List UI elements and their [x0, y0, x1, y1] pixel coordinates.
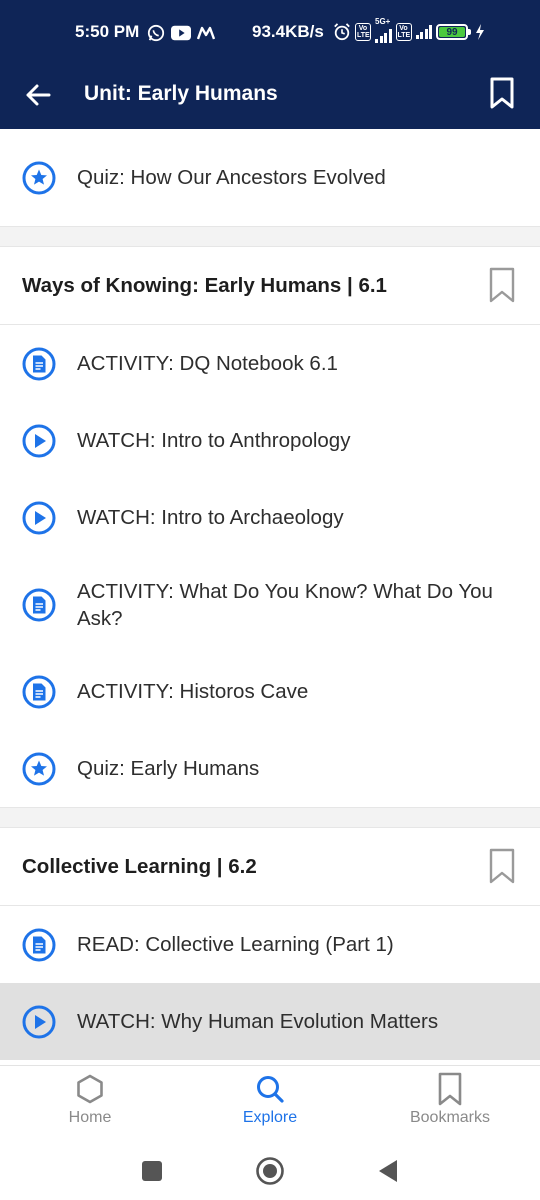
document-circle-icon: [22, 928, 56, 962]
home-button[interactable]: [252, 1153, 288, 1189]
list-item[interactable]: Quiz: Early Humans: [0, 730, 540, 807]
play-circle-icon: [22, 501, 56, 535]
hexagon-icon: [74, 1072, 106, 1106]
item-label: ACTIVITY: Historos Cave: [77, 680, 309, 703]
bookmark-outline-icon[interactable]: [488, 848, 516, 884]
tab-explore[interactable]: Explore: [180, 1066, 360, 1142]
item-label: Quiz: Early Humans: [77, 757, 260, 780]
signal-icon: 5G+: [375, 17, 392, 43]
list-item[interactable]: READ: Collective Learning (Part 1): [0, 906, 540, 983]
battery-level: 99: [439, 27, 465, 38]
status-bar: 5:50 PM 93.4KB/s Vo LTE 5G+ Vo LTE 99: [0, 0, 540, 62]
document-circle-icon: [22, 347, 56, 381]
play-circle-icon: [22, 424, 56, 458]
charging-icon: [476, 24, 484, 40]
document-circle-icon: [22, 588, 56, 622]
tab-home[interactable]: Home: [0, 1066, 180, 1142]
alarm-icon: [334, 23, 350, 41]
item-label: ACTIVITY: What Do You Know? What Do You …: [77, 579, 493, 630]
bookmark-outline-icon[interactable]: [488, 267, 516, 303]
signal-icon: [415, 25, 432, 39]
bookmark-outline-icon: [490, 77, 514, 109]
play-circle-icon: [22, 1005, 56, 1039]
system-back-button[interactable]: [370, 1153, 406, 1189]
list-item-selected[interactable]: WATCH: Why Human Evolution Matters: [0, 983, 540, 1060]
tab-label: Bookmarks: [409, 1109, 491, 1126]
system-navigation-bar: [0, 1141, 540, 1200]
volte-badge-1: Vo LTE: [355, 23, 371, 41]
list-item[interactable]: ACTIVITY: What Do You Know? What Do You …: [0, 556, 540, 653]
star-circle-icon: [22, 161, 56, 195]
section-separator: [0, 807, 540, 828]
tab-bookmarks[interactable]: Bookmarks: [360, 1066, 540, 1142]
recents-button[interactable]: [134, 1153, 170, 1189]
section-separator: [0, 226, 540, 247]
item-label: ACTIVITY: DQ Notebook 6.1: [77, 352, 338, 375]
volte-badge-2: Vo LTE: [395, 23, 412, 41]
section-header[interactable]: Ways of Knowing: Early Humans | 6.1: [0, 247, 540, 324]
youtube-icon: [171, 25, 191, 41]
home-circle-icon: [256, 1157, 284, 1185]
unit-content-list: Quiz: How Our Ancestors Evolved Ways of …: [0, 129, 540, 1065]
bookmark-unit-button[interactable]: [486, 75, 518, 111]
back-triangle-icon: [379, 1160, 397, 1182]
m-app-icon: [197, 26, 215, 40]
list-item[interactable]: WATCH: Intro to Anthropology: [0, 402, 540, 479]
item-label: READ: Collective Learning (Part 1): [77, 933, 394, 956]
bottom-navigation: Home Explore Bookmarks: [0, 1065, 540, 1141]
app-bar: Unit: Early Humans: [0, 62, 540, 129]
recents-square-icon: [142, 1161, 162, 1181]
tab-label: Home: [68, 1109, 112, 1126]
network-type: 5G+: [375, 17, 391, 26]
list-item[interactable]: Quiz: How Our Ancestors Evolved: [0, 129, 540, 226]
item-label: WATCH: Why Human Evolution Matters: [77, 1010, 439, 1033]
list-item[interactable]: ACTIVITY: Historos Cave: [0, 653, 540, 730]
notification-icons: [147, 22, 215, 44]
section-title: Ways of Knowing: Early Humans | 6.1: [22, 273, 387, 297]
arrow-left-icon: [26, 84, 51, 106]
search-icon: [254, 1072, 286, 1106]
bookmark-icon: [434, 1072, 466, 1106]
status-time: 5:50 PM: [75, 22, 140, 41]
section-header[interactable]: Collective Learning | 6.2: [0, 828, 540, 905]
item-label: WATCH: Intro to Archaeology: [77, 506, 344, 529]
document-circle-icon: [22, 675, 56, 709]
system-status-icons: Vo LTE 5G+ Vo LTE 99: [333, 17, 485, 44]
page-title: Unit: Early Humans: [84, 82, 278, 105]
network-speed: 93.4KB/s: [252, 22, 324, 41]
battery-icon: 99: [436, 24, 471, 40]
star-circle-icon: [22, 752, 56, 786]
item-label: WATCH: Intro to Anthropology: [77, 429, 351, 452]
whatsapp-icon: [147, 24, 165, 42]
tab-label: Explore: [242, 1109, 298, 1126]
item-label: Quiz: How Our Ancestors Evolved: [77, 166, 386, 189]
list-item[interactable]: ACTIVITY: DQ Notebook 6.1: [0, 325, 540, 402]
back-button[interactable]: [22, 79, 54, 111]
list-item[interactable]: WATCH: Intro to Archaeology: [0, 479, 540, 556]
section-title: Collective Learning | 6.2: [22, 854, 257, 878]
